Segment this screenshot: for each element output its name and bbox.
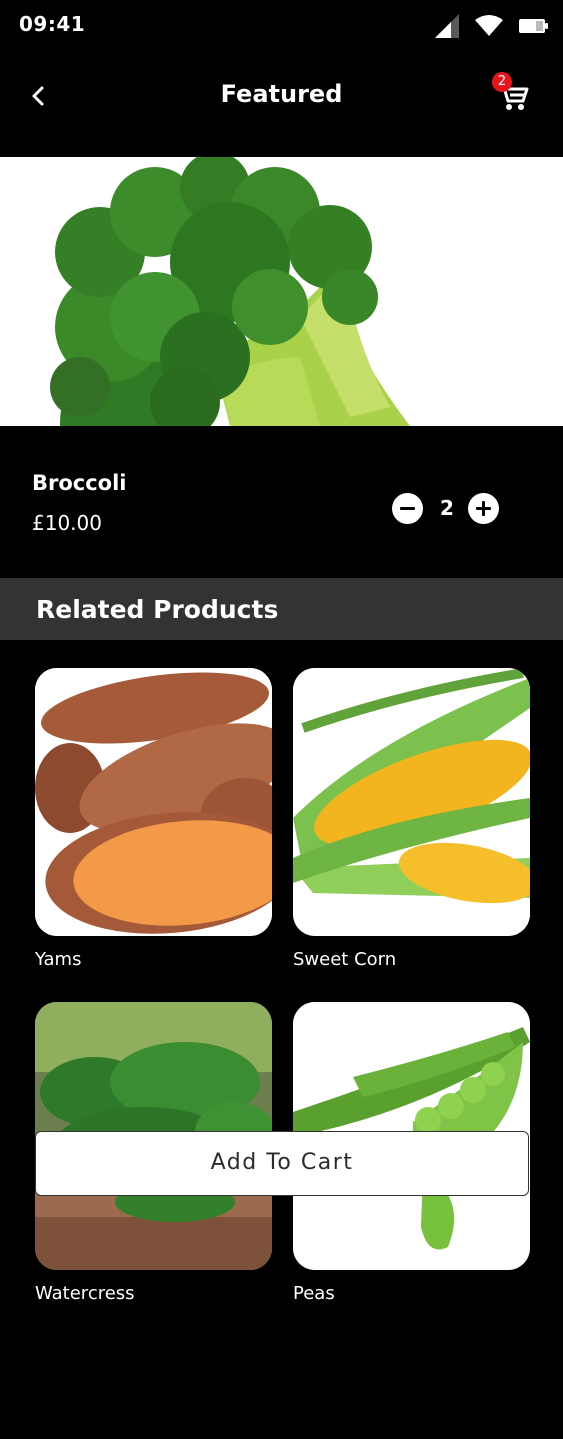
related-products-header: Related Products (0, 578, 563, 640)
product-card-label: Peas (293, 1283, 335, 1304)
battery-icon (519, 19, 548, 33)
cart-button[interactable]: 2 (490, 70, 536, 116)
product-card-sweet-corn[interactable] (293, 668, 530, 936)
yams-image (35, 668, 272, 936)
signal-icon (435, 14, 459, 38)
product-price: £10.00 (32, 511, 102, 535)
product-name: Broccoli (32, 471, 127, 495)
quantity-value: 2 (440, 496, 454, 520)
add-to-cart-button[interactable]: Add To Cart (35, 1131, 529, 1196)
app-bar: Featured 2 (0, 56, 563, 138)
broccoli-image (0, 157, 563, 426)
wifi-icon (475, 15, 503, 36)
cart-count-badge: 2 (492, 72, 512, 92)
product-card-label: Sweet Corn (293, 949, 397, 970)
quantity-stepper: 2 (392, 493, 500, 525)
page-title: Featured (220, 80, 343, 108)
sweet-corn-image (293, 668, 530, 936)
product-card-label: Watercress (35, 1283, 135, 1304)
minus-circle-icon[interactable] (392, 493, 423, 524)
section-title: Related Products (36, 595, 279, 624)
product-image (0, 157, 563, 426)
plus-circle-icon[interactable] (468, 493, 499, 524)
status-bar: 09:41 (0, 0, 563, 52)
product-card-yams[interactable] (35, 668, 272, 936)
status-icons (435, 14, 549, 38)
product-card-label: Yams (35, 949, 82, 970)
status-time: 09:41 (19, 12, 86, 36)
